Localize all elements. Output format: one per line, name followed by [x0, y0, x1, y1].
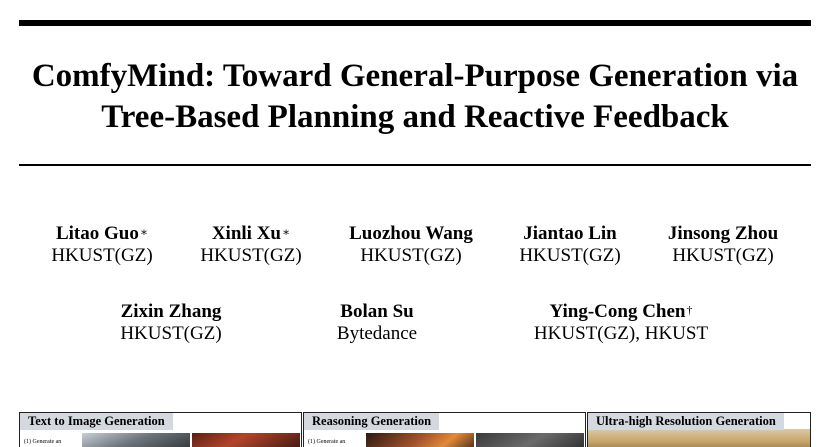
author-block: Ying-Cong Chen† HKUST(GZ), HKUST — [534, 301, 708, 345]
author-name: Ying-Cong Chen† — [549, 301, 693, 322]
author-block: Luozhou Wang HKUST(GZ) — [349, 223, 473, 267]
author-affiliation: Bytedance — [336, 323, 418, 344]
figure-panel-reasoning: Reasoning Generation (1) Generate an — [303, 412, 586, 447]
author-name: Luozhou Wang — [349, 223, 473, 244]
author-block: Litao Guo∗ HKUST(GZ) — [51, 223, 152, 267]
equal-contribution-mark: ∗ — [282, 225, 291, 239]
author-block: Jiantao Lin HKUST(GZ) — [519, 223, 620, 267]
author-name: Litao Guo∗ — [55, 223, 149, 244]
author-affiliation: HKUST(GZ) — [200, 245, 302, 266]
author-block: Xinli Xu∗ HKUST(GZ) — [200, 223, 301, 267]
panel-label: Text to Image Generation — [20, 413, 173, 430]
figure-panel-text-to-image: Text to Image Generation (1) Generate an — [19, 412, 302, 447]
panel-label: Ultra-high Resolution Generation — [588, 413, 784, 430]
corresponding-author-mark: † — [686, 303, 693, 317]
title-top-rule — [19, 20, 811, 26]
title-bottom-rule — [19, 164, 811, 166]
author-affiliation: HKUST(GZ) — [360, 245, 462, 266]
author-block: Jinsong Zhou HKUST(GZ) — [668, 223, 778, 267]
panel-prompt-text: (1) Generate an — [24, 439, 62, 445]
author-block: Zixin Zhang HKUST(GZ) — [120, 301, 221, 345]
author-name: Zixin Zhang — [120, 301, 222, 322]
author-name: Jinsong Zhou — [667, 223, 779, 244]
author-name: Bolan Su — [340, 301, 414, 322]
author-affiliation: HKUST(GZ) — [120, 323, 222, 344]
generated-image-thumbnail — [476, 433, 584, 447]
generated-image-thumbnail — [588, 429, 810, 447]
generated-image-thumbnail — [82, 433, 190, 447]
author-affiliation: HKUST(GZ) — [672, 245, 774, 266]
generated-image-thumbnail — [366, 433, 474, 447]
paper-title: ComfyMind: Toward General-Purpose Genera… — [19, 56, 811, 138]
figure-panel-ultra-high-resolution: Ultra-high Resolution Generation — [587, 412, 811, 447]
panel-prompt-text: (1) Generate an — [308, 439, 346, 445]
paper-title-line-1: ComfyMind: Toward General-Purpose Genera… — [31, 58, 799, 94]
author-name: Xinli Xu∗ — [211, 223, 291, 244]
author-affiliation: HKUST(GZ), HKUST — [533, 323, 709, 344]
equal-contribution-mark: ∗ — [139, 225, 149, 239]
author-affiliation: HKUST(GZ) — [51, 245, 153, 266]
author-name: Jiantao Lin — [523, 223, 617, 244]
paper-title-line-2: Tree-Based Planning and Reactive Feedbac… — [101, 99, 729, 135]
panel-label: Reasoning Generation — [304, 413, 440, 430]
author-block: Bolan Su Bytedance — [337, 301, 417, 345]
generated-image-thumbnail — [192, 433, 300, 447]
author-affiliation: HKUST(GZ) — [519, 245, 621, 266]
